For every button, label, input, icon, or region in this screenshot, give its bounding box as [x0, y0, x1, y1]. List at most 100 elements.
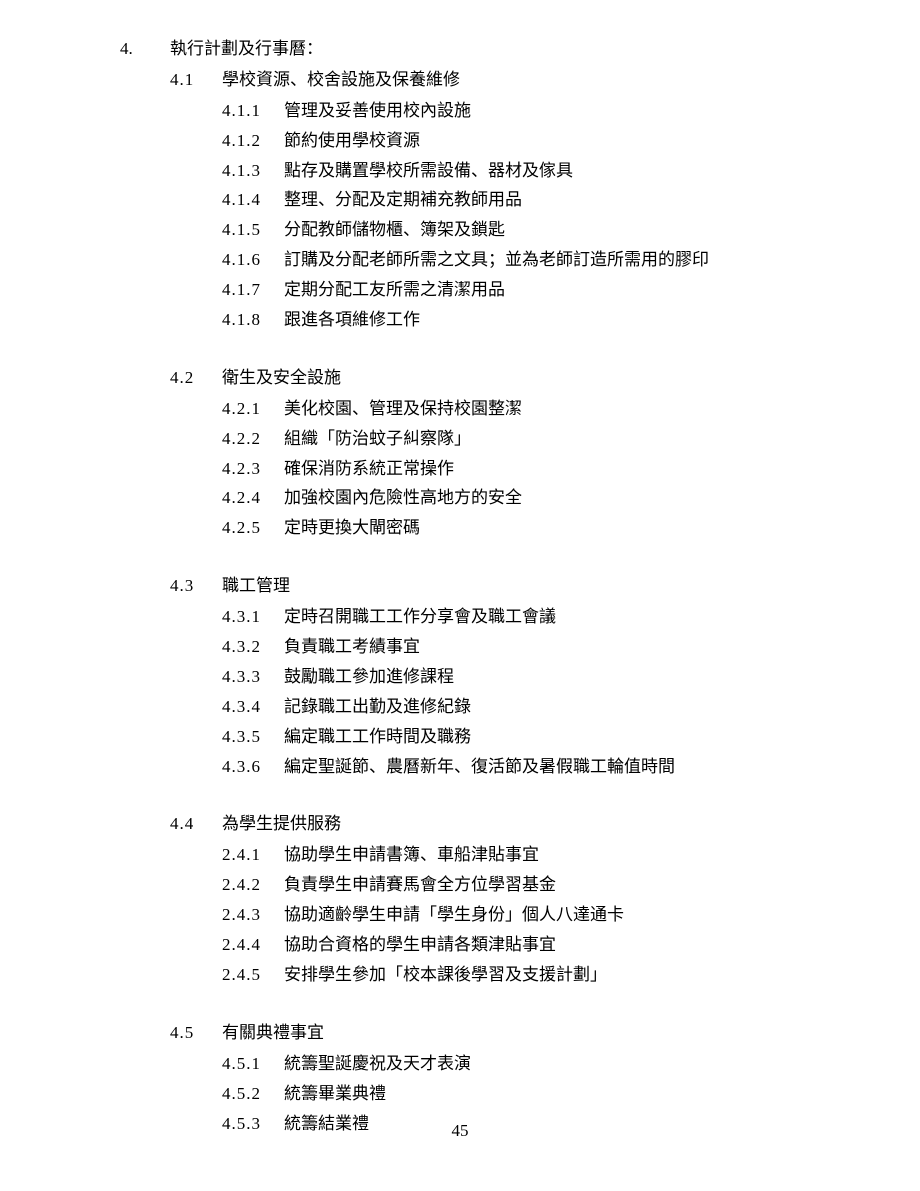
item-text: 確保消防系統正常操作	[284, 455, 454, 484]
subsection-title: 衛生及安全設施	[222, 364, 341, 393]
subsection-number: 4.5	[170, 1019, 222, 1048]
item-number: 4.1.4	[222, 186, 284, 215]
subsection-header: 4.1學校資源、校舍設施及保養維修	[170, 66, 840, 95]
item-number: 4.2.4	[222, 484, 284, 513]
item-text: 記錄職工出勤及進修紀錄	[284, 693, 471, 722]
item-number: 2.4.5	[222, 961, 284, 990]
item-text: 協助適齡學生申請「學生身份」個人八達通卡	[284, 901, 624, 930]
item-number: 4.2.1	[222, 395, 284, 424]
item-number: 4.5.1	[222, 1050, 284, 1079]
subsection-header: 4.4為學生提供服務	[170, 810, 840, 839]
item-number: 4.3.2	[222, 633, 284, 662]
list-item: 4.2.5定時更換大閘密碼	[222, 514, 840, 543]
item-number: 4.1.5	[222, 216, 284, 245]
list-item: 4.2.1美化校園、管理及保持校園整潔	[222, 395, 840, 424]
item-text: 定期分配工友所需之清潔用品	[284, 276, 505, 305]
item-text: 負責職工考績事宜	[284, 633, 420, 662]
item-text: 統籌畢業典禮	[284, 1080, 386, 1109]
item-number: 4.2.5	[222, 514, 284, 543]
item-number: 4.1.3	[222, 157, 284, 186]
subsection-title: 學校資源、校舍設施及保養維修	[222, 66, 460, 95]
list-item: 4.1.6訂購及分配老師所需之文具；並為老師訂造所需用的膠印	[222, 246, 840, 275]
item-number: 4.3.4	[222, 693, 284, 722]
list-item: 4.3.2負責職工考績事宜	[222, 633, 840, 662]
list-item: 4.3.3鼓勵職工參加進修課程	[222, 663, 840, 692]
item-number: 2.4.4	[222, 931, 284, 960]
item-number: 4.2.2	[222, 425, 284, 454]
item-text: 統籌聖誕慶祝及天才表演	[284, 1050, 471, 1079]
spacer	[120, 782, 840, 810]
list-item: 2.4.2負責學生申請賽馬會全方位學習基金	[222, 871, 840, 900]
item-number: 4.3.5	[222, 723, 284, 752]
subsection-number: 4.3	[170, 572, 222, 601]
item-text: 負責學生申請賽馬會全方位學習基金	[284, 871, 556, 900]
item-text: 跟進各項維修工作	[284, 306, 420, 335]
subsection-number: 4.4	[170, 810, 222, 839]
list-item: 4.3.5編定職工工作時間及職務	[222, 723, 840, 752]
item-text: 節約使用學校資源	[284, 127, 420, 156]
item-number: 4.3.6	[222, 753, 284, 782]
item-text: 點存及購置學校所需設備、器材及傢具	[284, 157, 573, 186]
item-text: 編定聖誕節、農曆新年、復活節及暑假職工輪值時間	[284, 753, 675, 782]
item-text: 管理及妥善使用校內設施	[284, 97, 471, 126]
item-number: 2.4.2	[222, 871, 284, 900]
list-item: 4.5.1統籌聖誕慶祝及天才表演	[222, 1050, 840, 1079]
list-item: 4.1.5分配教師儲物櫃、簿架及鎖匙	[222, 216, 840, 245]
list-item: 4.1.8跟進各項維修工作	[222, 306, 840, 335]
subsection-header: 4.2衛生及安全設施	[170, 364, 840, 393]
list-item: 2.4.1協助學生申請書簿、車船津貼事宜	[222, 841, 840, 870]
spacer	[120, 544, 840, 572]
list-item: 4.1.3點存及購置學校所需設備、器材及傢具	[222, 157, 840, 186]
spacer	[120, 991, 840, 1019]
list-item: 4.1.7定期分配工友所需之清潔用品	[222, 276, 840, 305]
list-item: 4.1.4整理、分配及定期補充教師用品	[222, 186, 840, 215]
subsection-header: 4.5有關典禮事宜	[170, 1019, 840, 1048]
item-number: 4.1.7	[222, 276, 284, 305]
subsection-header: 4.3職工管理	[170, 572, 840, 601]
list-item: 2.4.5安排學生參加「校本課後學習及支援計劃」	[222, 961, 840, 990]
list-item: 4.2.4加強校園內危險性高地方的安全	[222, 484, 840, 513]
section-number: 4.	[120, 35, 170, 64]
subsection-number: 4.2	[170, 364, 222, 393]
item-number: 4.3.1	[222, 603, 284, 632]
item-text: 組織「防治蚊子糾察隊」	[284, 425, 471, 454]
spacer	[120, 336, 840, 364]
item-text: 定時更換大閘密碼	[284, 514, 420, 543]
list-item: 4.2.2組織「防治蚊子糾察隊」	[222, 425, 840, 454]
item-text: 美化校園、管理及保持校園整潔	[284, 395, 522, 424]
list-item: 2.4.4協助合資格的學生申請各類津貼事宜	[222, 931, 840, 960]
section-header: 4. 執行計劃及行事曆：	[120, 35, 840, 64]
subsection-title: 為學生提供服務	[222, 810, 341, 839]
section-title: 執行計劃及行事曆：	[170, 35, 323, 64]
list-item: 4.5.2統籌畢業典禮	[222, 1080, 840, 1109]
item-text: 訂購及分配老師所需之文具；並為老師訂造所需用的膠印	[284, 246, 709, 275]
item-number: 4.2.3	[222, 455, 284, 484]
item-text: 整理、分配及定期補充教師用品	[284, 186, 522, 215]
item-text: 定時召開職工工作分享會及職工會議	[284, 603, 556, 632]
item-text: 鼓勵職工參加進修課程	[284, 663, 454, 692]
subsection-title: 有關典禮事宜	[222, 1019, 324, 1048]
item-number: 4.1.1	[222, 97, 284, 126]
item-number: 4.1.2	[222, 127, 284, 156]
list-item: 4.3.4記錄職工出勤及進修紀錄	[222, 693, 840, 722]
content-outline: 4.1學校資源、校舍設施及保養維修4.1.1管理及妥善使用校內設施4.1.2節約…	[120, 66, 840, 1139]
item-number: 4.1.8	[222, 306, 284, 335]
item-text: 協助合資格的學生申請各類津貼事宜	[284, 931, 556, 960]
item-number: 4.1.6	[222, 246, 284, 275]
item-text: 協助學生申請書簿、車船津貼事宜	[284, 841, 539, 870]
list-item: 4.1.1管理及妥善使用校內設施	[222, 97, 840, 126]
subsection-title: 職工管理	[222, 572, 290, 601]
item-text: 編定職工工作時間及職務	[284, 723, 471, 752]
list-item: 4.2.3確保消防系統正常操作	[222, 455, 840, 484]
list-item: 2.4.3協助適齡學生申請「學生身份」個人八達通卡	[222, 901, 840, 930]
subsection-number: 4.1	[170, 66, 222, 95]
list-item: 4.3.1定時召開職工工作分享會及職工會議	[222, 603, 840, 632]
item-number: 2.4.1	[222, 841, 284, 870]
item-text: 安排學生參加「校本課後學習及支援計劃」	[284, 961, 607, 990]
item-number: 2.4.3	[222, 901, 284, 930]
item-text: 分配教師儲物櫃、簿架及鎖匙	[284, 216, 505, 245]
page-number: 45	[0, 1117, 920, 1146]
item-number: 4.3.3	[222, 663, 284, 692]
item-text: 加強校園內危險性高地方的安全	[284, 484, 522, 513]
list-item: 4.3.6編定聖誕節、農曆新年、復活節及暑假職工輪值時間	[222, 753, 840, 782]
